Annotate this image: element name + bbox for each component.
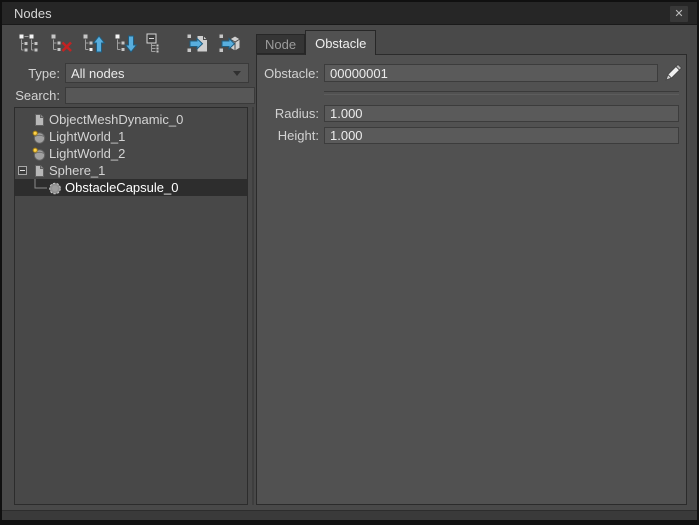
light-icon (32, 129, 48, 144)
collapse-hierarchy-button[interactable] (144, 31, 172, 57)
tab-obstacle[interactable]: Obstacle (305, 30, 376, 55)
light-icon (32, 146, 48, 161)
import-node-button[interactable] (184, 31, 212, 57)
type-label: Type: (14, 66, 60, 81)
pencil-icon (663, 63, 683, 83)
window-body: Nodes ✕ (2, 2, 697, 520)
radius-field[interactable] (324, 105, 679, 122)
obstacle-label: Obstacle: (257, 66, 319, 81)
window-resize-edge[interactable] (2, 510, 697, 520)
tree-item-lightworld-2[interactable]: LightWorld_2 (15, 145, 247, 162)
collapse-expander-icon[interactable] (18, 166, 27, 175)
tree-item-label: ObjectMeshDynamic_0 (49, 112, 183, 127)
collapse-hierarchy-icon (146, 33, 170, 55)
hierarchy-icon (18, 33, 42, 55)
close-icon: ✕ (674, 9, 683, 20)
type-select-value: All nodes (71, 66, 124, 81)
edit-obstacle-button[interactable] (662, 63, 684, 83)
title-bar[interactable]: Nodes ✕ (2, 2, 697, 25)
close-button[interactable]: ✕ (669, 5, 689, 23)
tree-item-label: Sphere_1 (49, 163, 105, 178)
move-up-icon (82, 33, 106, 55)
tree-item-sphere-1[interactable]: Sphere_1 (15, 162, 247, 179)
type-select[interactable]: All nodes (65, 63, 249, 83)
export-node-icon (218, 33, 242, 55)
search-label: Search: (14, 88, 60, 103)
tree-item-obstaclecapsule-0[interactable]: ObstacleCapsule_0 (15, 179, 247, 196)
move-down-button[interactable] (112, 31, 140, 57)
radius-row: Radius: (257, 105, 679, 122)
search-row: Search: (14, 87, 255, 104)
section-separator (324, 91, 679, 95)
chevron-down-icon (233, 71, 241, 76)
tree-item-lightworld-1[interactable]: LightWorld_1 (15, 128, 247, 145)
hierarchy-button[interactable] (16, 31, 44, 57)
delete-node-icon (50, 33, 74, 55)
import-node-icon (186, 33, 210, 55)
obstacle-id-row: Obstacle: (257, 63, 684, 83)
nodes-toolbar (16, 30, 248, 58)
tree-item-label: ObstacleCapsule_0 (65, 180, 178, 195)
window-title: Nodes (14, 6, 52, 21)
obstacle-capsule-icon (48, 180, 64, 195)
tab-node[interactable]: Node (256, 34, 305, 54)
move-down-icon (114, 33, 138, 55)
search-input[interactable] (65, 87, 255, 104)
tree-branch-connector (18, 179, 48, 196)
height-row: Height: (257, 127, 679, 144)
tab-node-label: Node (265, 37, 296, 52)
node-tree: ObjectMeshDynamic_0 LightWorld_1 (15, 108, 247, 504)
obstacle-id-field[interactable] (324, 64, 658, 82)
move-up-button[interactable] (80, 31, 108, 57)
radius-label: Radius: (257, 106, 319, 121)
tree-item-label: LightWorld_1 (49, 129, 125, 144)
height-field[interactable] (324, 127, 679, 144)
node-tree-panel[interactable]: ObjectMeshDynamic_0 LightWorld_1 (14, 107, 248, 505)
expander-slot (18, 166, 32, 175)
type-filter-row: Type: All nodes (14, 63, 249, 83)
export-node-button[interactable] (216, 31, 244, 57)
node-icon (32, 112, 48, 127)
tree-item-label: LightWorld_2 (49, 146, 125, 161)
tab-obstacle-label: Obstacle (315, 36, 366, 51)
height-label: Height: (257, 128, 319, 143)
properties-tabbar: Node Obstacle (256, 30, 376, 54)
node-icon (32, 163, 48, 178)
tree-item-objectmeshdynamic-0[interactable]: ObjectMeshDynamic_0 (15, 111, 247, 128)
delete-node-button[interactable] (48, 31, 76, 57)
panel-splitter[interactable] (252, 107, 254, 505)
obstacle-properties-panel: Obstacle: Radius: Height: (256, 54, 687, 505)
nodes-window: Nodes ✕ (0, 0, 699, 525)
